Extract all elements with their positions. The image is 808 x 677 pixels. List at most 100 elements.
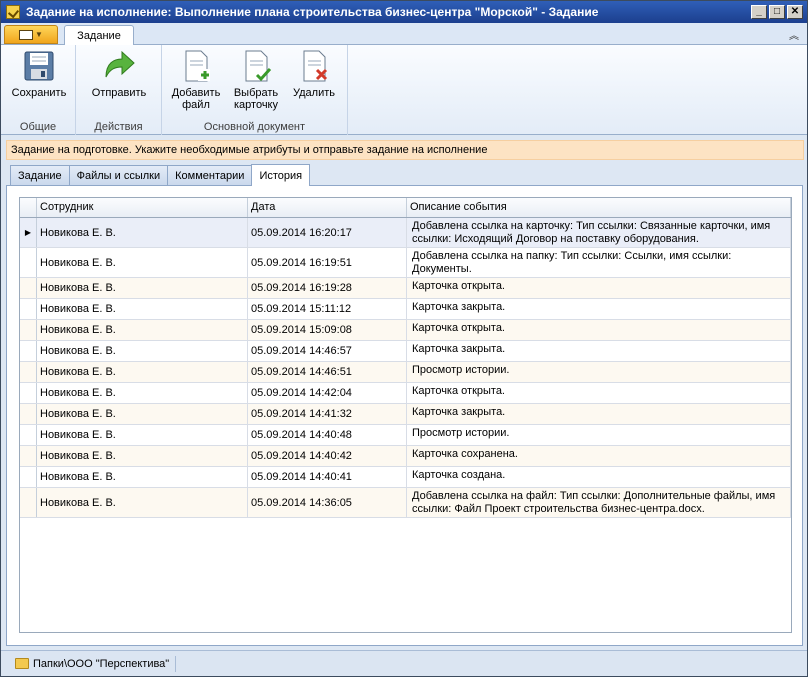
- group-actions: Отправить Действия: [76, 45, 162, 135]
- cell-description[interactable]: Добавлена ссылка на файл: Тип ссылки: До…: [407, 488, 791, 517]
- cell-date[interactable]: 05.09.2014 14:40:48: [248, 425, 407, 445]
- save-button[interactable]: Сохранить: [8, 49, 70, 99]
- app-menu-icon: [19, 29, 34, 40]
- cell-description[interactable]: Карточка закрыта.: [407, 299, 791, 319]
- table-row[interactable]: Новикова Е. В. 05.09.2014 16:19:28 Карточк…: [20, 278, 791, 299]
- row-indicator[interactable]: [20, 446, 37, 466]
- cell-employee[interactable]: Новикова Е. В.: [37, 383, 248, 403]
- window-title: Задание на исполнение: Выполнение плана …: [26, 5, 599, 19]
- history-grid[interactable]: Сотрудник Дата Описание события ▶ Новиков…: [19, 197, 792, 633]
- table-row[interactable]: Новикова Е. В. 05.09.2014 14:46:51 Просмот…: [20, 362, 791, 383]
- cell-employee[interactable]: Новикова Е. В.: [37, 446, 248, 466]
- chevron-down-icon: ▼: [35, 30, 43, 39]
- cell-description[interactable]: Карточка сохранена.: [407, 446, 791, 466]
- table-row[interactable]: Новикова Е. В. 05.09.2014 14:40:42 Карточк…: [20, 446, 791, 467]
- table-row[interactable]: Новикова Е. В. 05.09.2014 14:36:05 Добавле…: [20, 488, 791, 518]
- cell-description[interactable]: Карточка открыта.: [407, 320, 791, 340]
- cell-description[interactable]: Карточка закрыта.: [407, 341, 791, 361]
- column-header-employee[interactable]: Сотрудник: [37, 198, 248, 217]
- tab-comments[interactable]: Комментарии: [167, 165, 253, 186]
- row-indicator[interactable]: [20, 383, 37, 403]
- ribbon-tab-task[interactable]: Задание: [64, 25, 134, 46]
- status-notice: Задание на подготовке. Укажите необходим…: [6, 140, 804, 160]
- column-header-description[interactable]: Описание события: [407, 198, 791, 217]
- cell-date[interactable]: 05.09.2014 15:09:08: [248, 320, 407, 340]
- add-file-button[interactable]: Добавить файл: [168, 49, 224, 111]
- row-indicator[interactable]: [20, 320, 37, 340]
- save-label: Сохранить: [11, 87, 67, 99]
- tab-files-links[interactable]: Файлы и ссылки: [68, 165, 169, 186]
- ribbon-collapse-icon[interactable]: ︽: [789, 27, 799, 42]
- group-label-main-document: Основной документ: [203, 121, 306, 133]
- cell-employee[interactable]: Новикова Е. В.: [37, 362, 248, 382]
- ribbon-tabs: ▼ Задание ︽: [1, 23, 807, 46]
- task-check-icon: [6, 5, 20, 19]
- tab-task[interactable]: Задание: [10, 165, 70, 186]
- table-row[interactable]: Новикова Е. В. 05.09.2014 14:46:57 Карточк…: [20, 341, 791, 362]
- cell-date[interactable]: 05.09.2014 14:46:57: [248, 341, 407, 361]
- tab-history[interactable]: История: [251, 164, 311, 186]
- cell-employee[interactable]: Новикова Е. В.: [37, 467, 248, 487]
- cell-description[interactable]: Карточка создана.: [407, 467, 791, 487]
- cell-date[interactable]: 05.09.2014 14:36:05: [248, 488, 407, 517]
- cell-employee[interactable]: Новикова Е. В.: [37, 341, 248, 361]
- minimize-button[interactable]: _: [751, 5, 767, 19]
- table-row[interactable]: Новикова Е. В. 05.09.2014 14:41:32 Карточк…: [20, 404, 791, 425]
- row-indicator[interactable]: [20, 362, 37, 382]
- cell-date[interactable]: 05.09.2014 16:19:51: [248, 248, 407, 277]
- maximize-button[interactable]: □: [769, 5, 785, 19]
- column-header-date[interactable]: Дата: [248, 198, 407, 217]
- folder-path[interactable]: Папки\ООО "Перспектива": [15, 658, 169, 670]
- cell-date[interactable]: 05.09.2014 14:46:51: [248, 362, 407, 382]
- row-indicator[interactable]: [20, 248, 37, 277]
- row-indicator[interactable]: [20, 404, 37, 424]
- cell-description[interactable]: Карточка открыта.: [407, 383, 791, 403]
- table-row[interactable]: Новикова Е. В. 05.09.2014 14:40:48 Просмот…: [20, 425, 791, 446]
- delete-button[interactable]: Удалить: [286, 49, 342, 99]
- row-indicator[interactable]: [20, 341, 37, 361]
- close-button[interactable]: ✕: [787, 5, 803, 19]
- cell-employee[interactable]: Новикова Е. В.: [37, 278, 248, 298]
- send-button[interactable]: Отправить: [88, 49, 150, 99]
- cell-date[interactable]: 05.09.2014 15:11:12: [248, 299, 407, 319]
- row-indicator[interactable]: [20, 299, 37, 319]
- cell-employee[interactable]: Новикова Е. В.: [37, 488, 248, 517]
- table-row[interactable]: Новикова Е. В. 05.09.2014 14:42:04 Карточк…: [20, 383, 791, 404]
- cell-description[interactable]: Карточка открыта.: [407, 278, 791, 298]
- table-row[interactable]: ▶ Новикова Е. В. 05.09.2014 16:20:17 Добавл…: [20, 218, 791, 248]
- cell-description[interactable]: Карточка закрыта.: [407, 404, 791, 424]
- cell-employee[interactable]: Новикова Е. В.: [37, 320, 248, 340]
- cell-date[interactable]: 05.09.2014 16:20:17: [248, 218, 407, 247]
- page-tabs: Задание Файлы и ссылки Комментарии Истор…: [10, 164, 311, 186]
- history-panel: Сотрудник Дата Описание события ▶ Новиков…: [6, 185, 803, 646]
- cell-description[interactable]: Просмотр истории.: [407, 425, 791, 445]
- table-row[interactable]: Новикова Е. В. 05.09.2014 16:19:51 Добавле…: [20, 248, 791, 278]
- cell-date[interactable]: 05.09.2014 14:40:42: [248, 446, 407, 466]
- row-indicator[interactable]: [20, 278, 37, 298]
- select-card-button[interactable]: Выбрать карточку: [228, 49, 284, 111]
- cell-date[interactable]: 05.09.2014 14:40:41: [248, 467, 407, 487]
- cell-employee[interactable]: Новикова Е. В.: [37, 299, 248, 319]
- folder-icon: [15, 658, 29, 669]
- cell-description[interactable]: Просмотр истории.: [407, 362, 791, 382]
- cell-description[interactable]: Добавлена ссылка на карточку: Тип ссылки…: [407, 218, 791, 247]
- cell-employee[interactable]: Новикова Е. В.: [37, 404, 248, 424]
- row-indicator[interactable]: [20, 467, 37, 487]
- add-file-label-1: Добавить: [171, 87, 221, 99]
- cell-date[interactable]: 05.09.2014 14:42:04: [248, 383, 407, 403]
- table-row[interactable]: Новикова Е. В. 05.09.2014 15:11:12 Карточк…: [20, 299, 791, 320]
- cell-date[interactable]: 05.09.2014 16:19:28: [248, 278, 407, 298]
- app-menu-button[interactable]: ▼: [4, 25, 58, 44]
- row-indicator[interactable]: [20, 488, 37, 517]
- cell-employee[interactable]: Новикова Е. В.: [37, 248, 248, 277]
- cell-employee[interactable]: Новикова Е. В.: [37, 218, 248, 247]
- table-row[interactable]: Новикова Е. В. 05.09.2014 15:09:08 Карточк…: [20, 320, 791, 341]
- row-indicator[interactable]: [20, 425, 37, 445]
- cell-date[interactable]: 05.09.2014 14:41:32: [248, 404, 407, 424]
- cell-employee[interactable]: Новикова Е. В.: [37, 425, 248, 445]
- table-row[interactable]: Новикова Е. В. 05.09.2014 14:40:41 Карточк…: [20, 467, 791, 488]
- title-bar[interactable]: Задание на исполнение: Выполнение плана …: [1, 1, 807, 23]
- row-indicator[interactable]: ▶: [20, 218, 37, 247]
- cell-description[interactable]: Добавлена ссылка на папку: Тип ссылки: С…: [407, 248, 791, 277]
- folder-path-label: Папки\ООО "Перспектива": [33, 657, 170, 670]
